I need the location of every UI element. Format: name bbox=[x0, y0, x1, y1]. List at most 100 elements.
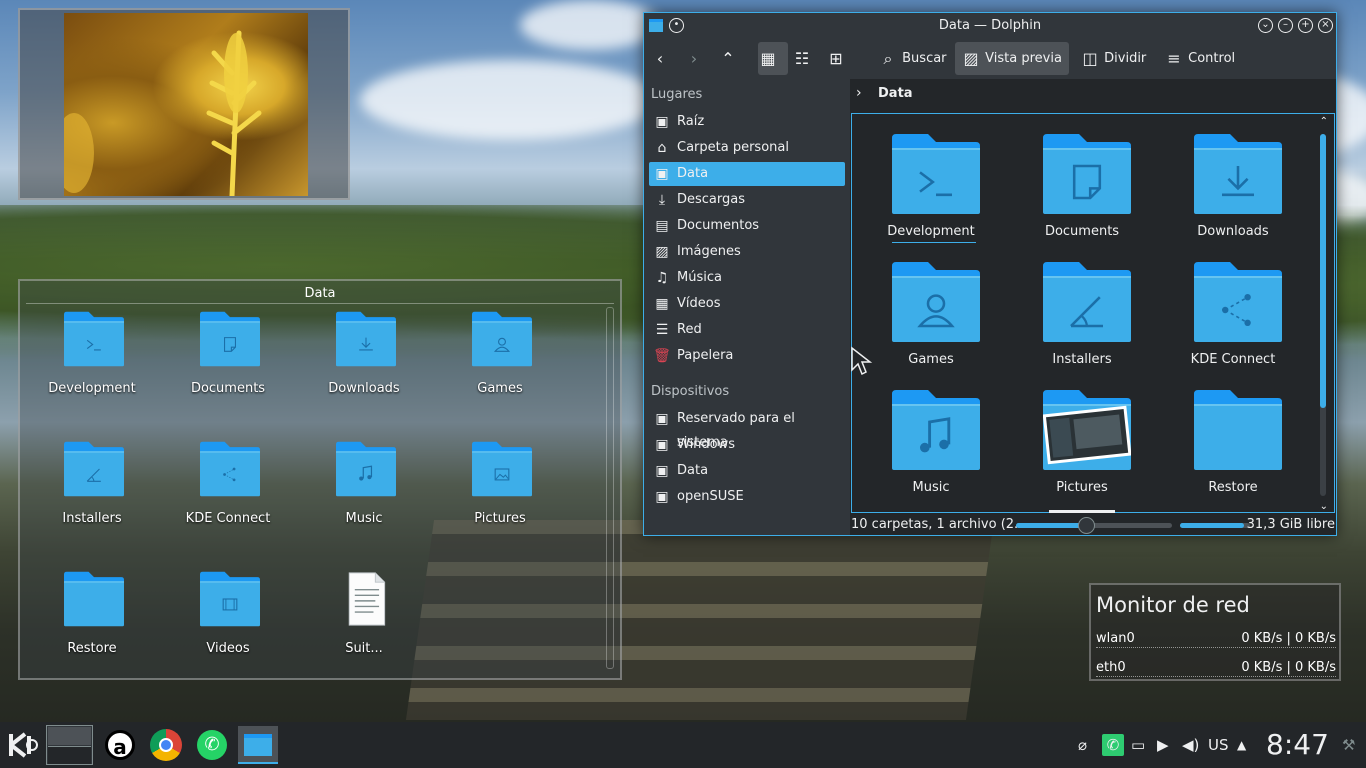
display-icon[interactable]: ▭ bbox=[1131, 736, 1145, 754]
places-item[interactable]: ⌂ Carpeta personal bbox=[649, 136, 845, 160]
item-label: Suit... bbox=[345, 641, 383, 656]
item-label: Pictures bbox=[474, 511, 526, 526]
places-item[interactable]: ▤ Documentos bbox=[649, 214, 845, 238]
search-icon: ⌕ bbox=[883, 49, 893, 68]
tray-expand-icon[interactable]: ▲ bbox=[1237, 738, 1246, 752]
application-launcher[interactable] bbox=[2, 726, 42, 764]
breadcrumb[interactable]: Data bbox=[878, 86, 913, 101]
file-view-item[interactable]: Downloads bbox=[1158, 126, 1308, 246]
desktop-folder-item[interactable]: Restore bbox=[24, 571, 160, 681]
places-item[interactable]: ☰ Red bbox=[649, 318, 845, 342]
drive-icon: ▣ bbox=[655, 166, 669, 182]
file-view[interactable]: Development Documents Downloads Games In… bbox=[851, 113, 1335, 513]
device-item[interactable]: ▣ Data bbox=[649, 459, 845, 483]
file-view-item[interactable]: Games bbox=[856, 254, 1006, 374]
desktop-folder-item[interactable]: Development bbox=[24, 311, 160, 421]
clock[interactable]: 8:47 bbox=[1266, 728, 1329, 761]
item-label: Downloads bbox=[328, 381, 400, 396]
split-label: Dividir bbox=[1104, 51, 1147, 66]
image-icon: ▨ bbox=[655, 244, 669, 260]
device-item[interactable]: ▣ openSUSE bbox=[649, 485, 845, 509]
network-row-eth0: eth0 0 KB/s | 0 KB/s bbox=[1096, 660, 1336, 675]
file-view-item[interactable]: Installers bbox=[1007, 254, 1157, 374]
task-dolphin[interactable] bbox=[238, 726, 278, 764]
keep-above-button[interactable]: ⌄ bbox=[1258, 18, 1273, 33]
desktop-folder-item[interactable]: Downloads bbox=[296, 311, 432, 421]
file-view-item[interactable]: Restore bbox=[1158, 382, 1308, 502]
places-item[interactable]: ▨ Imágenes bbox=[649, 240, 845, 264]
task-chrome[interactable] bbox=[146, 726, 186, 764]
device-item-label: Windows bbox=[677, 437, 736, 452]
desktop-folder-item[interactable]: Videos bbox=[160, 571, 296, 681]
desktop-folder-item[interactable]: Games bbox=[432, 311, 568, 421]
folder-view-widget[interactable]: Data Development Documents Downloads Gam… bbox=[18, 279, 622, 680]
preview-button[interactable]: ▨ Vista previa bbox=[955, 42, 1069, 75]
folder-widget-scrollbar[interactable] bbox=[606, 307, 614, 669]
maximize-button[interactable]: + bbox=[1298, 18, 1313, 33]
zoom-slider-handle[interactable] bbox=[1078, 517, 1096, 534]
file-view-item[interactable]: Development bbox=[856, 126, 1006, 246]
item-label: Downloads bbox=[1197, 224, 1269, 239]
compact-view-button[interactable]: ☷ bbox=[792, 42, 822, 75]
pager-desktop-1[interactable] bbox=[48, 727, 91, 745]
network-monitor-widget[interactable]: Monitor de red wlan0 0 KB/s | 0 KB/s eth… bbox=[1089, 583, 1341, 681]
search-button[interactable]: ⌕ Buscar bbox=[874, 42, 948, 75]
pager[interactable] bbox=[46, 725, 93, 765]
breadcrumb-arrow-icon[interactable]: › bbox=[856, 85, 862, 101]
places-item[interactable]: ▣ Data bbox=[649, 162, 845, 186]
keyboard-layout[interactable]: US bbox=[1208, 736, 1229, 754]
icons-view-button[interactable]: ▦ bbox=[758, 42, 788, 75]
item-label: KDE Connect bbox=[185, 511, 271, 526]
file-view-item[interactable]: KDE Connect bbox=[1158, 254, 1308, 374]
paperclip-icon[interactable]: ⌀ bbox=[1078, 736, 1087, 754]
places-item[interactable]: ▦ Vídeos bbox=[649, 292, 845, 316]
scroll-up-icon[interactable]: ⌃ bbox=[1320, 116, 1328, 127]
desktop-folder-item[interactable]: Pictures bbox=[432, 441, 568, 551]
free-space-fill bbox=[1180, 523, 1245, 528]
folder-icon bbox=[64, 571, 124, 627]
places-item[interactable]: ♫ Música bbox=[649, 266, 845, 290]
places-item[interactable]: 🗑 Papelera bbox=[649, 344, 845, 368]
places-item[interactable]: ⤓ Descargas bbox=[649, 188, 845, 212]
up-button[interactable]: ⌃ bbox=[718, 42, 746, 75]
media-play-icon[interactable]: ▶ bbox=[1157, 736, 1169, 754]
interface-rate: 0 KB/s | 0 KB/s bbox=[1241, 631, 1336, 646]
phone-icon[interactable]: ✆ bbox=[1102, 734, 1124, 756]
device-item[interactable]: ▣ Windows bbox=[649, 433, 845, 457]
close-button[interactable]: × bbox=[1318, 18, 1333, 33]
file-view-scrollbar[interactable] bbox=[1320, 134, 1326, 496]
media-frame-widget[interactable] bbox=[18, 8, 350, 200]
scrollbar-thumb[interactable] bbox=[1320, 134, 1326, 408]
desktop-folder-item[interactable]: Installers bbox=[24, 441, 160, 551]
trash-icon: 🗑 bbox=[653, 348, 671, 364]
task-amazon[interactable]: a bbox=[100, 726, 140, 764]
item-label: Documents bbox=[1044, 224, 1120, 239]
games-folder-icon bbox=[472, 311, 532, 367]
places-item[interactable]: ▣ Raíz bbox=[649, 110, 845, 134]
panel-settings-icon[interactable]: ⚒ bbox=[1342, 736, 1355, 754]
desktop-folder-item[interactable]: Documents bbox=[160, 311, 296, 421]
file-view-item[interactable]: Documents bbox=[1007, 126, 1157, 246]
mouse-cursor-icon bbox=[851, 346, 873, 376]
file-view-item[interactable]: Pictures bbox=[1007, 382, 1157, 513]
desktop-folder-item[interactable]: Suit... bbox=[296, 571, 432, 681]
desktop-folder-item[interactable]: Music bbox=[296, 441, 432, 551]
pager-desktop-2[interactable] bbox=[48, 746, 91, 764]
item-label: Installers bbox=[1052, 352, 1112, 367]
forward-button[interactable]: › bbox=[684, 42, 712, 75]
desktop-folder-item[interactable]: KDE Connect bbox=[160, 441, 296, 551]
back-button[interactable]: ‹ bbox=[650, 42, 678, 75]
split-button[interactable]: ◫ Dividir bbox=[1076, 42, 1150, 75]
titlebar[interactable]: • Data — Dolphin ⌄ – + × bbox=[644, 13, 1336, 39]
device-item[interactable]: ▣ Reservado para el sistema bbox=[649, 407, 845, 450]
minimize-button[interactable]: – bbox=[1278, 18, 1293, 33]
file-view-item[interactable]: Music bbox=[856, 382, 1006, 502]
scroll-down-icon[interactable]: ⌄ bbox=[1320, 501, 1328, 512]
terminal-folder-icon bbox=[64, 311, 124, 367]
zoom-slider[interactable] bbox=[1016, 517, 1172, 534]
task-whatsapp[interactable]: ✆ bbox=[192, 726, 232, 764]
volume-icon[interactable]: ◀) bbox=[1182, 736, 1199, 754]
control-button[interactable]: ≡ Control bbox=[1160, 42, 1240, 75]
details-view-button[interactable]: ⊞ bbox=[826, 42, 856, 75]
terminal-folder-icon bbox=[892, 134, 980, 214]
